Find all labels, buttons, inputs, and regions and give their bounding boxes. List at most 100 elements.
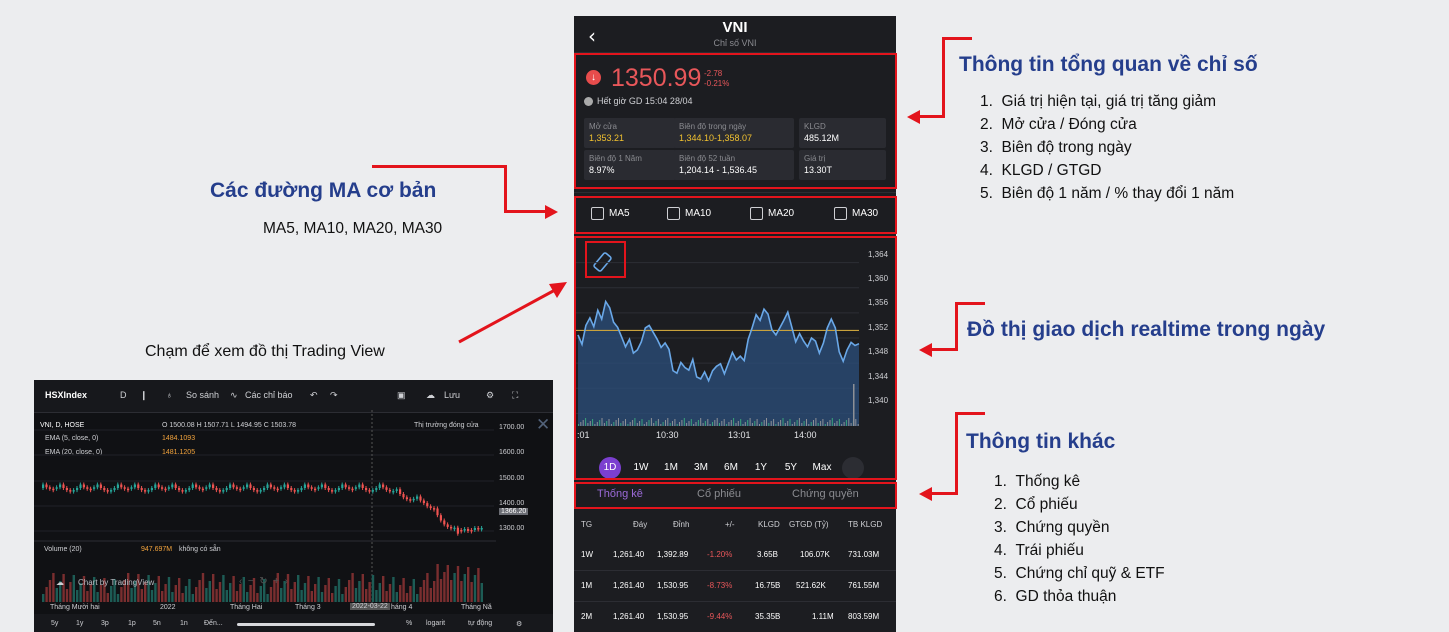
candle — [229, 484, 232, 488]
volume-bar — [201, 573, 205, 602]
candle — [405, 497, 408, 500]
volume-bar — [341, 594, 344, 602]
volume-bar — [450, 580, 453, 602]
volume-bar — [269, 587, 273, 602]
candle — [293, 490, 296, 492]
tv-range-1p[interactable]: 1p — [128, 620, 136, 627]
tv-volume-value: 947.697M — [141, 546, 173, 553]
candle — [212, 484, 215, 488]
tv-volume-note: không có sẵn — [179, 546, 221, 553]
tv-range-1y[interactable]: 1y — [76, 620, 83, 627]
tv-goto-date[interactable]: Đến... — [204, 620, 223, 627]
volume-bar — [368, 582, 371, 602]
volume-bar — [55, 588, 58, 602]
table-cell: 1,530.95 — [657, 581, 689, 590]
candle — [402, 494, 405, 498]
tv-range-1n[interactable]: 1n — [180, 620, 188, 627]
candle — [249, 484, 252, 488]
indicators-icon[interactable]: ∿ — [230, 390, 238, 401]
tv-nav-controls[interactable]: ‹ − ↻ + › — [239, 576, 288, 587]
close-icon[interactable]: ✕ — [536, 415, 550, 435]
tv-symbol[interactable]: HSXIndex — [45, 390, 87, 400]
candle — [467, 529, 470, 531]
table-cell: 1M — [581, 581, 593, 590]
tv-auto[interactable]: tự động — [468, 620, 492, 627]
volume-bar — [42, 594, 45, 602]
candle — [392, 490, 395, 493]
candle — [171, 484, 174, 488]
compare-icon[interactable]: ♁ — [166, 390, 173, 400]
candle — [205, 487, 208, 489]
tv-interval[interactable]: D — [120, 390, 127, 400]
candle — [191, 484, 194, 488]
candle — [286, 484, 289, 488]
candle-style-icon[interactable]: ❙ — [140, 390, 148, 401]
candle — [399, 489, 402, 494]
candle — [127, 488, 130, 491]
candle — [76, 488, 79, 491]
volume-bar — [473, 575, 477, 602]
volume-bar — [460, 581, 463, 602]
candle — [283, 484, 286, 488]
candle — [276, 488, 279, 491]
settings-icon[interactable]: ⚙ — [516, 620, 522, 628]
volume-bar — [181, 593, 184, 602]
fullscreen-icon[interactable]: ⛶ — [512, 390, 518, 401]
tv-compare[interactable]: So sánh — [186, 390, 219, 400]
undo-icon[interactable]: ↶ — [310, 390, 318, 401]
highlight-overview — [574, 53, 897, 189]
tv-range-3p[interactable]: 3p — [101, 620, 109, 627]
volume-bar — [392, 577, 395, 602]
candle — [181, 490, 184, 492]
table-header: TG — [581, 520, 593, 529]
table-cell: 803.59M — [848, 612, 880, 621]
candle — [310, 487, 313, 489]
list-item: 1. Thống kê — [994, 473, 1081, 490]
tv-save[interactable]: Lưu — [444, 390, 460, 400]
candle — [331, 490, 334, 492]
list-item: 2. Cổ phiếu — [994, 496, 1078, 513]
connector-line — [920, 115, 945, 118]
tv-indicators[interactable]: Các chỉ báo — [245, 390, 293, 400]
table-cell: 1.11M — [812, 612, 834, 621]
table-header: KLGD — [758, 520, 780, 529]
candle — [473, 528, 476, 530]
tv-crosshair-date: 2022-03-22 — [350, 603, 390, 610]
candle — [106, 490, 109, 492]
redo-icon[interactable]: ↷ — [330, 390, 338, 401]
candle — [246, 484, 249, 488]
connector-line — [372, 165, 507, 168]
table-cell: 106.07K — [800, 550, 830, 559]
settings-icon[interactable]: ⚙ — [486, 390, 494, 401]
candle — [69, 490, 72, 492]
candle — [365, 488, 368, 491]
candle — [120, 484, 123, 488]
table-header: GTGD (Tỷ) — [789, 520, 829, 529]
candle — [89, 488, 92, 491]
table-cell: 35.35B — [755, 612, 781, 621]
candle — [456, 527, 459, 534]
camera-icon[interactable]: ▣ — [397, 390, 406, 401]
candle — [436, 508, 439, 516]
volume-bar — [463, 574, 466, 602]
volume-bar — [402, 578, 405, 602]
tv-toolbar — [34, 380, 553, 413]
volume-bar — [405, 593, 409, 602]
volume-bar — [174, 585, 177, 602]
tv-range-5n[interactable]: 5n — [153, 620, 161, 627]
candle — [42, 484, 45, 488]
cloud-icon[interactable]: ☁ — [426, 390, 435, 401]
candle — [334, 490, 337, 492]
volume-bar — [225, 590, 228, 602]
other-list: 1. Thống kê 2. Cổ phiếu 3. Chứng quyền 4… — [994, 470, 1165, 608]
tv-log[interactable]: logarit — [426, 620, 445, 627]
tv-range-5y[interactable]: 5y — [51, 620, 58, 627]
candle — [99, 484, 102, 488]
volume-bar — [290, 589, 293, 602]
candle — [222, 490, 225, 492]
tradingview-chart[interactable]: HSXIndex D ❙ ♁ So sánh ∿ Các chỉ báo ↶ ↷… — [34, 380, 553, 632]
volume-bar — [303, 583, 307, 602]
candle — [341, 484, 344, 488]
tv-percent[interactable]: % — [406, 620, 412, 627]
volume-bar — [256, 593, 259, 602]
